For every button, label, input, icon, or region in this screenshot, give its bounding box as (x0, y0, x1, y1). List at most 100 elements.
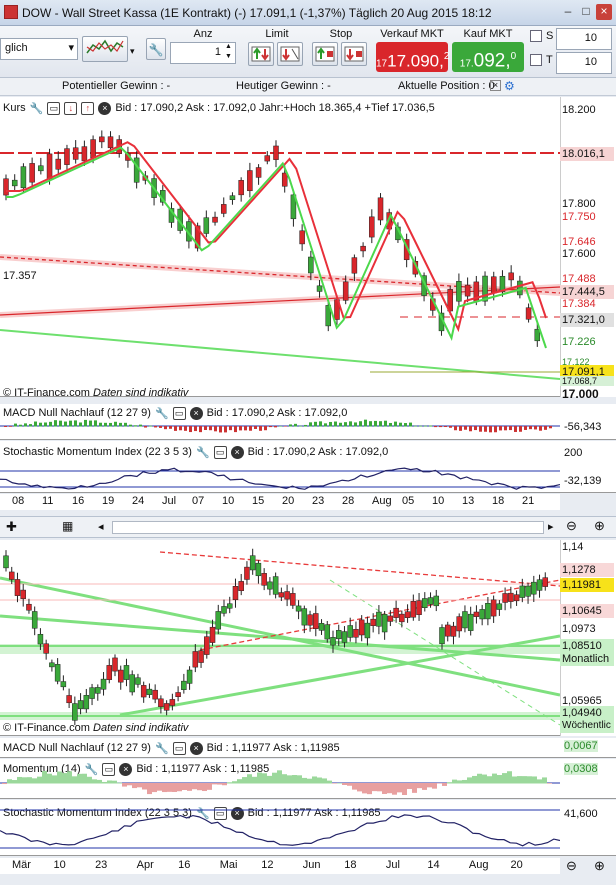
stop-sell-button[interactable] (341, 42, 367, 66)
momentum-bar (532, 776, 537, 784)
chart-type-arrow[interactable]: ▾ (130, 46, 135, 57)
bottom-momentum-panel[interactable]: Momentum (14) 🔧 ▭ × Bid : 1,11977 Ask : … (0, 759, 616, 799)
close-icon[interactable]: × (189, 741, 203, 755)
candle (90, 139, 96, 159)
top-stoch-panel[interactable]: Stochastic Momentum Index (22 3 5 3) 🔧 ▭… (0, 441, 616, 493)
momentum-bar (122, 783, 127, 787)
x-axis-tick: Aug (372, 495, 392, 507)
window-icon[interactable]: ▭ (172, 741, 186, 755)
window-title: DOW - Wall Street Kassa (1E Kontrakt) (-… (22, 6, 492, 20)
price-level: Wöchentlic (560, 719, 614, 733)
s-input[interactable]: 10 (556, 28, 612, 50)
momentum-bar (497, 775, 502, 784)
anz-stepper[interactable]: ▲ ▼ (225, 42, 232, 62)
momentum-bar (247, 774, 252, 784)
macd-bar (14, 423, 17, 427)
crosshair-icon[interactable]: ✚ (6, 519, 17, 535)
period-select[interactable]: glich ▾ (0, 38, 78, 60)
chart-type-icon[interactable] (82, 36, 128, 62)
candle (247, 170, 253, 192)
top-macd-panel[interactable]: MACD Null Nachlauf (12 27 9) 🔧 ▭ × Bid :… (0, 404, 616, 440)
zoom-in-icon[interactable]: ⊕ (594, 518, 605, 534)
zoom-out-icon[interactable]: ⊖ (566, 518, 577, 534)
momentum-bar (117, 782, 122, 784)
stoch-top-level: 200 (564, 447, 583, 459)
momentum-bar (172, 783, 177, 792)
macd-bar (354, 422, 357, 427)
candle (135, 677, 141, 685)
momentum-bar (207, 783, 212, 790)
candle (467, 613, 474, 631)
close-position-icon[interactable]: × (490, 80, 501, 91)
candle (107, 136, 114, 149)
macd-bar (534, 426, 537, 430)
candle (220, 204, 227, 214)
candle (281, 172, 288, 187)
macd-bar (494, 426, 497, 433)
momentum-bar (42, 771, 47, 784)
candle (261, 573, 267, 586)
sell-button[interactable]: 1717.090,2 (376, 42, 449, 72)
candle (264, 155, 271, 162)
t-input[interactable]: 10 (556, 52, 612, 74)
momentum-bar (452, 779, 457, 784)
candle (358, 619, 365, 636)
price-level: 18.016,1 (560, 147, 614, 161)
eurusd-price-panel[interactable]: © IT-Finance.com Daten sind indikativ 1,… (0, 540, 616, 736)
momentum-bar (282, 774, 287, 784)
momentum-bar (547, 783, 552, 784)
macd-bar (359, 421, 362, 427)
momentum-bar (412, 783, 417, 793)
close-icon[interactable]: × (596, 4, 612, 20)
momentum-bar (217, 783, 222, 785)
s-checkbox[interactable] (530, 30, 542, 42)
zoom-out-icon[interactable]: ⊖ (566, 858, 577, 874)
scroll-left-arrow[interactable]: ◂ (98, 520, 104, 533)
candle (133, 157, 140, 183)
limit-buy-button[interactable] (248, 42, 274, 66)
maximize-icon[interactable]: □ (578, 4, 594, 20)
bottom-stoch-panel[interactable]: Stochastic Momentum Index (22 3 5 3) 🔧 ▭… (0, 800, 616, 856)
bottom-macd-panel[interactable]: MACD Null Nachlauf (12 27 9) 🔧 ▭ × Bid :… (0, 738, 616, 758)
momentum-bar (167, 783, 172, 792)
candle (342, 281, 349, 301)
limit-sell-button[interactable] (277, 42, 303, 66)
x-axis-tick: 15 (252, 495, 265, 507)
macd-bar (404, 423, 407, 427)
wrench-icon[interactable]: 🔧 (146, 38, 166, 60)
zoom-in-icon[interactable]: ⊕ (594, 858, 605, 874)
stop-buy-button[interactable] (312, 42, 338, 66)
macd-bar (294, 423, 297, 427)
scroll-right-arrow[interactable]: ▸ (548, 520, 554, 533)
price-level: 17.384 (562, 298, 596, 310)
candle (267, 581, 273, 590)
macd-bar (334, 421, 337, 427)
momentum-bar (462, 779, 467, 784)
chart-scrollbar[interactable] (112, 521, 544, 534)
macd-bar (344, 422, 347, 427)
x-axis-tick: 05 (402, 495, 415, 507)
minimize-icon[interactable]: – (560, 4, 576, 20)
candle (226, 603, 233, 609)
candle (175, 692, 181, 697)
wrench-icon[interactable]: 🔧 (155, 742, 169, 755)
cursor-icon[interactable]: ▦ (62, 519, 73, 533)
macd-bar (289, 424, 292, 427)
candle (232, 586, 239, 601)
candle (163, 703, 170, 711)
x-axis-tick: Apr (136, 859, 154, 871)
candle (215, 611, 222, 630)
candle (38, 165, 44, 172)
candle (364, 622, 371, 639)
candle (229, 195, 236, 200)
settings-gear-icon[interactable]: ⚙ (504, 79, 515, 93)
momentum-bar (182, 783, 187, 791)
macd-bar (19, 424, 22, 427)
macd-bar (544, 426, 547, 430)
candle (393, 607, 399, 618)
x-axis-tick: 18 (344, 859, 357, 871)
momentum-bar (272, 772, 277, 784)
buy-button[interactable]: 17.092,0 (452, 42, 524, 72)
dow-price-panel[interactable]: Kurs 🔧 ▭ ↓ ↑ × Bid : 17.090,2 Ask : 17.0… (0, 97, 616, 401)
t-checkbox[interactable] (530, 54, 542, 66)
